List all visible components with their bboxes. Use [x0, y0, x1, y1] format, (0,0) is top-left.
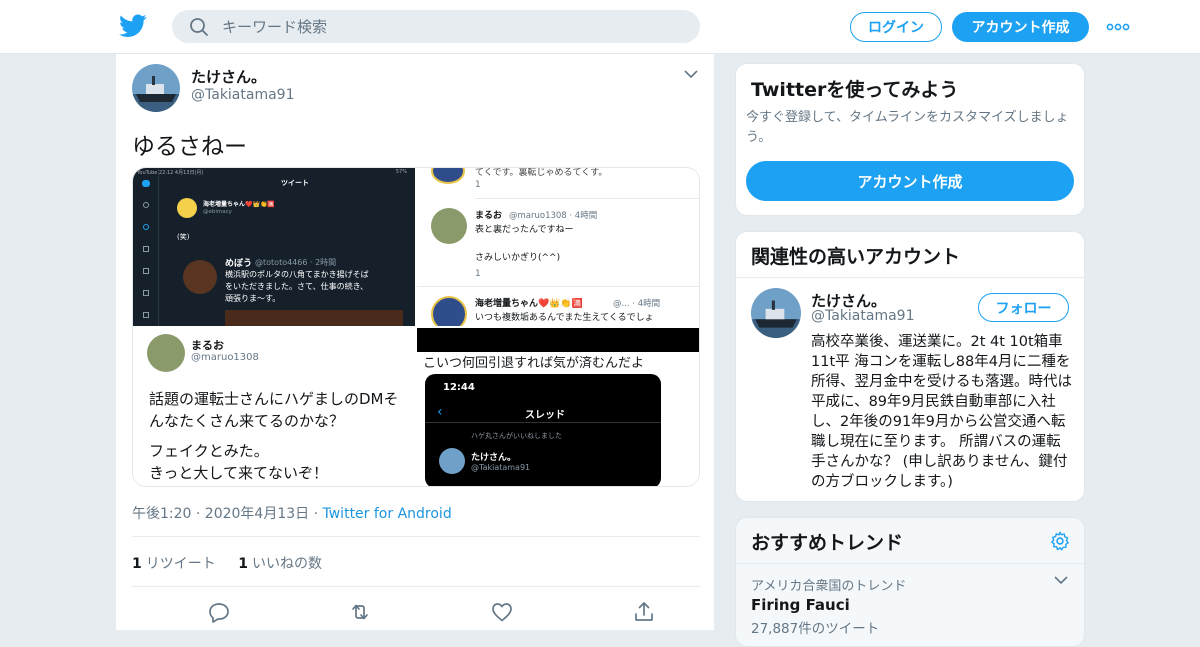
like-stat[interactable]: 1 いいねの数 [238, 556, 322, 572]
divider [736, 277, 1084, 278]
card-title: 関連性の高いアカウント [751, 246, 961, 268]
media-image-4[interactable]: こいつ何回引退すれば気が済むんだよ 12:44 ‹ スレッド ハゲ丸さんがいいね… [417, 328, 699, 486]
tweet-text: てくです。裏転じゃめるてくす。 [475, 168, 608, 178]
search-box[interactable] [172, 10, 700, 43]
reply-text: 横浜駅のポルタの八角てまかき揚げそば [225, 270, 369, 279]
trend-name[interactable]: Firing Fauci [751, 596, 850, 614]
user-name: たけさん。 [471, 453, 517, 463]
tweet-text: 話題の運転士さんにハゲましのDMそ [149, 390, 399, 408]
avatar [431, 168, 465, 184]
avatar [431, 296, 467, 326]
media-grid[interactable]: YouTube 22:12 4月13日(月) 57% ツイート 海老増量ちゃん❤… [132, 167, 700, 487]
signup-button[interactable]: アカウント作成 [952, 12, 1089, 42]
trend-context: アメリカ合衆国のトレンド [751, 579, 907, 594]
card-title: おすすめトレンド [751, 532, 904, 554]
tweet-text: フェイクとみた。 [149, 442, 269, 460]
more-icon[interactable] [1106, 22, 1130, 32]
signup-description: 今すぐ登録して、タイムラインをカスタマイズしましょう。 [746, 110, 1069, 145]
timestamp: 午後1:20 · 2020年4月13日 [132, 506, 310, 522]
login-button[interactable]: ログイン [850, 12, 942, 42]
food-photo [225, 310, 403, 326]
source-link[interactable]: Twitter for Android [323, 506, 452, 522]
header-title: ツイート [281, 179, 309, 187]
ship-photo [751, 288, 801, 338]
account-bio: 高校卒業後、運送業に。2t 4t 10t箱車 11t平 海コンを運転し88年4月… [811, 334, 1072, 490]
top-bar: ログイン アカウント作成 [0, 0, 1200, 54]
card-title: Twitterを使ってみよう [751, 79, 959, 101]
reply-text: をいただきました。さて、仕事の続き、 [225, 282, 369, 291]
tweet-text: さみしいかぎり(^^) [475, 253, 561, 263]
avatar [431, 208, 467, 244]
avatar [439, 448, 465, 474]
battery-text: 57% [395, 169, 407, 175]
phone-screen: 12:44 ‹ スレッド ハゲ丸さんがいいねしました たけさん。 @Takiat… [425, 374, 661, 486]
reply-icon[interactable] [207, 600, 231, 624]
avatar [177, 198, 197, 218]
ship-photo [132, 64, 180, 112]
avatar [183, 260, 217, 294]
tweet-text: ゆるさねー [132, 134, 247, 160]
share-icon[interactable] [632, 600, 656, 624]
signup-card-button[interactable]: アカウント作成 [746, 161, 1074, 201]
search-input[interactable] [222, 14, 682, 39]
user-handle: @maruo1308 [191, 352, 259, 363]
thread-header: スレッド [525, 410, 565, 421]
retweet-icon[interactable] [348, 600, 372, 624]
tweet-text: いつも複数垢あるんでまた生えてくるでしょ [475, 313, 654, 323]
tweet-detail: たけさん。 @Takiatama91 ゆるさねー YouTube 22:12 4… [115, 54, 715, 630]
follow-button[interactable]: フォロー [978, 293, 1069, 322]
user-name: 海老増量ちゃん❤️👑👏🈵 [475, 299, 583, 309]
related-accounts-card: 関連性の高いアカウント たけさん。 @Takiatama91 フォロー 高校卒業… [735, 231, 1085, 502]
reply-handle: @tototo4466 · 2時間 [255, 258, 337, 267]
tweet-actions [132, 600, 700, 624]
account-handle[interactable]: @Takiatama91 [811, 308, 915, 324]
media-image-2[interactable]: てくです。裏転じゃめるてくす。 1 まるお @maruo1308 · 4時間 表… [417, 168, 699, 326]
user-name: まるお [475, 211, 503, 221]
reply-count: 1 [475, 180, 481, 190]
tweet-text: きっと大して来てないぞ！ [149, 464, 328, 482]
user-name: まるお [191, 339, 224, 352]
avatar [147, 334, 185, 372]
user-handle: @ebimacy [203, 209, 232, 215]
like-icon[interactable] [490, 600, 514, 624]
reply-user: めぼう [225, 259, 253, 269]
chevron-down-icon[interactable] [1054, 575, 1068, 585]
side-nav [133, 168, 159, 326]
divider [736, 563, 1084, 564]
retweet-stat[interactable]: 1 リツイート [132, 556, 216, 572]
gear-icon[interactable] [1049, 530, 1071, 552]
twitter-bird-icon[interactable] [119, 14, 147, 38]
avatar[interactable] [751, 288, 801, 338]
avatar[interactable] [132, 64, 180, 112]
user-name: 海老増量ちゃん❤️👑👏🈵 [203, 201, 275, 208]
author-name[interactable]: たけさん。 [191, 66, 266, 87]
tweet-meta: 午後1:20 · 2020年4月13日 · Twitter for Androi… [132, 503, 452, 523]
reply-text: 頑張りま〜す。 [225, 294, 281, 303]
reply-count: 1 [475, 269, 481, 279]
trends-card: おすすめトレンド アメリカ合衆国のトレンド Firing Fauci 27,88… [735, 517, 1085, 647]
tweet-text: んなたくさん来てるのかな？ [149, 412, 345, 430]
phone-time: 12:44 [443, 382, 475, 393]
tweet-stats: 1 リツイート 1 いいねの数 [132, 553, 340, 573]
user-meta: @... · 4時間 [613, 299, 661, 309]
search-icon [190, 18, 208, 36]
user-handle: @Takiatama91 [471, 463, 531, 472]
divider [132, 536, 700, 537]
user-meta: @maruo1308 · 4時間 [509, 211, 598, 221]
signup-card: Twitterを使ってみよう 今すぐ登録して、タイムラインをカスタマイズしましょ… [735, 63, 1085, 216]
tweet-body: (笑) [177, 233, 190, 241]
media-image-1[interactable]: YouTube 22:12 4月13日(月) 57% ツイート 海老増量ちゃん❤… [133, 168, 415, 326]
chevron-down-icon[interactable] [684, 69, 698, 79]
tweet-text: 表と裏だったんですねー [475, 225, 574, 235]
divider [132, 586, 700, 587]
liked-line: ハゲ丸さんがいいねしました [471, 432, 562, 440]
trend-count: 27,887件のツイート [751, 621, 880, 637]
separator: · [309, 506, 323, 522]
caption-text: こいつ何回引退すれば気が済むんだよ [423, 356, 645, 371]
author-handle[interactable]: @Takiatama91 [191, 87, 295, 103]
media-image-3[interactable]: まるお @maruo1308 話題の運転士さんにハゲましのDMそ んなたくさん来… [133, 328, 415, 486]
